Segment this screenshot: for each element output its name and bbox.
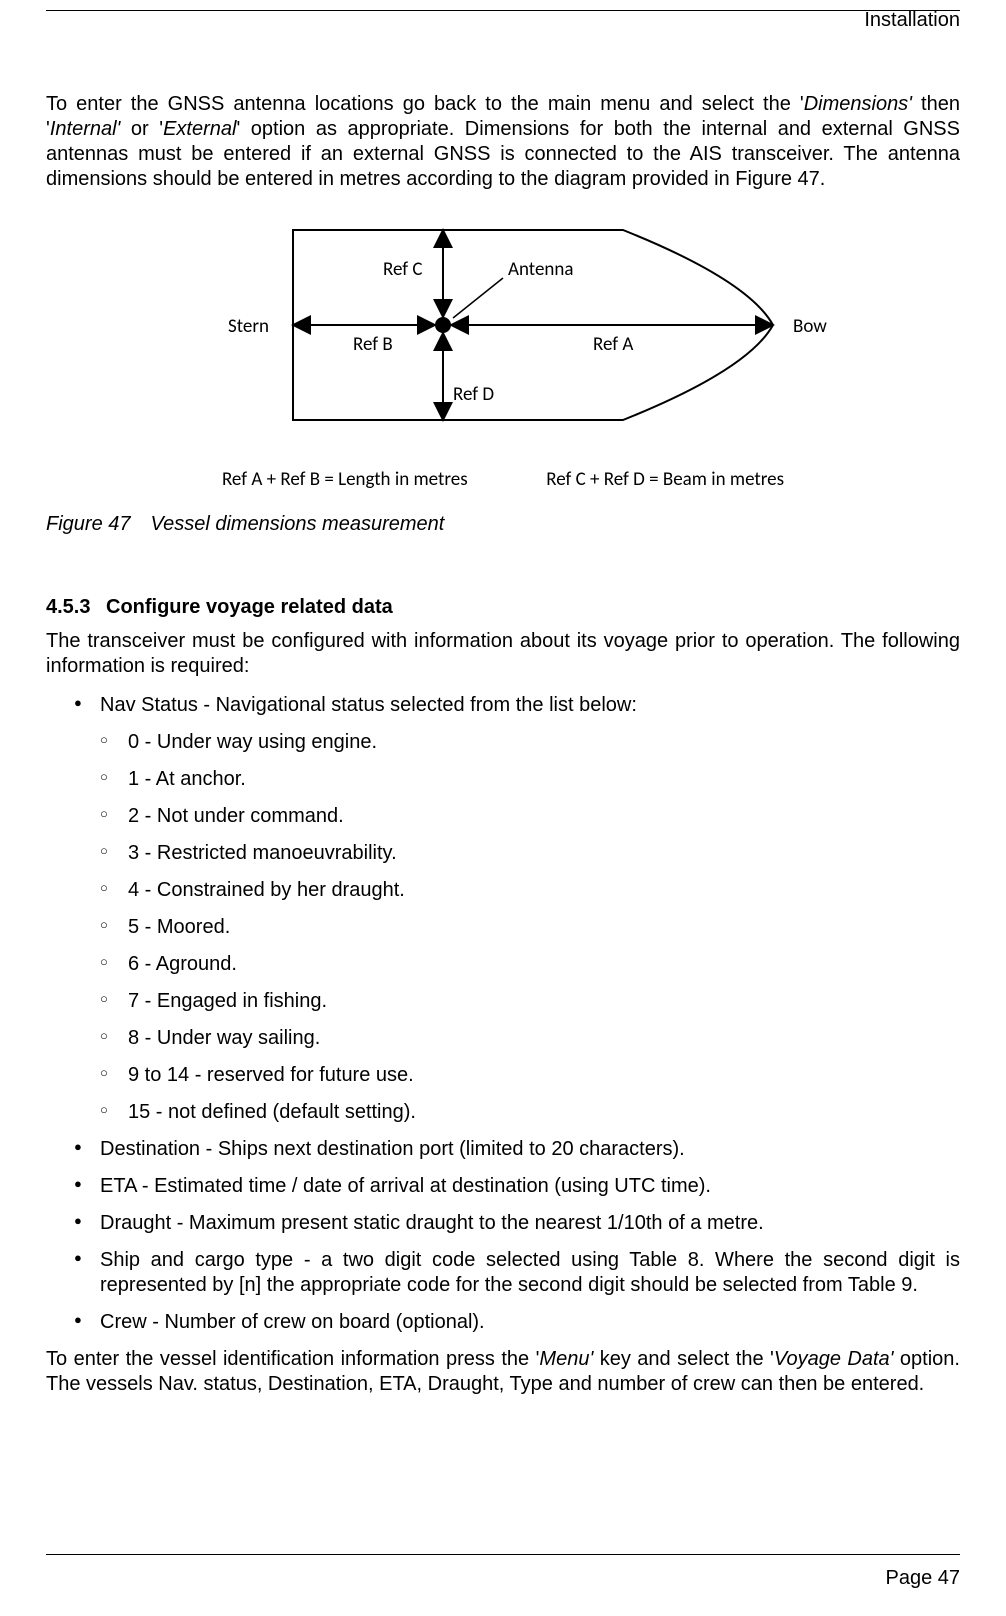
label-antenna: Antenna [508,258,573,281]
nav-item: 6 - Aground. [100,952,960,977]
bottom-rule [46,1554,960,1555]
nav-item: 15 - not defined (default setting). [100,1100,960,1125]
bullet-nav-status: Nav Status - Navigational status selecte… [46,693,960,1125]
closing-paragraph: To enter the vessel identification infor… [46,1347,960,1397]
intro-paragraph: To enter the GNSS antenna locations go b… [46,92,960,192]
section-heading: 4.5.3Configure voyage related data [46,596,960,619]
nav-item: 9 to 14 - reserved for future use. [100,1063,960,1088]
eq-beam: Ref C + Ref D = Beam in metres [546,468,784,491]
intro-internal: Internal' [50,118,121,140]
closing-menu: Menu' [539,1348,593,1370]
intro-external: External [163,118,236,140]
nav-item: 2 - Not under command. [100,804,960,829]
nav-item: 0 - Under way using engine. [100,730,960,755]
nav-status-sublist: 0 - Under way using engine. 1 - At ancho… [100,730,960,1125]
page-footer: Page 47 [46,1554,960,1590]
label-refc: Ref C [383,258,423,281]
closing-part1: To enter the vessel identification infor… [46,1348,539,1370]
section-number: 4.5.3 [46,596,106,619]
page-number: Page 47 [46,1567,960,1590]
label-refb: Ref B [353,333,393,356]
bullet-crew: Crew - Number of crew on board (optional… [46,1310,960,1335]
bullet-ship-cargo: Ship and cargo type - a two digit code s… [46,1248,960,1298]
nav-item: 3 - Restricted manoeuvrability. [100,841,960,866]
section-title: Configure voyage related data [106,596,393,618]
label-bow: Bow [793,315,827,338]
nav-item: 8 - Under way sailing. [100,1026,960,1051]
figure-47: Stern Bow Antenna Ref C Ref B Ref A Ref … [46,220,960,491]
label-refa: Ref A [593,333,633,356]
label-refd: Ref D [453,383,494,406]
closing-part2: key and select the ' [593,1348,774,1370]
closing-voyage: Voyage Data' [774,1348,894,1370]
intro-part1: To enter the GNSS antenna locations go b… [46,93,804,115]
nav-item: 7 - Engaged in fishing. [100,989,960,1014]
bullet-nav-status-text: Nav Status - Navigational status selecte… [100,694,637,716]
nav-item: 1 - At anchor. [100,767,960,792]
document-page: Installation To enter the GNSS antenna l… [0,0,1006,1616]
nav-item: 5 - Moored. [100,915,960,940]
nav-item: 4 - Constrained by her draught. [100,878,960,903]
section-lead: The transceiver must be configured with … [46,629,960,679]
bullet-list: Nav Status - Navigational status selecte… [46,693,960,1335]
vessel-diagram-svg: Stern Bow Antenna Ref C Ref B Ref A Ref … [153,220,853,430]
eq-length: Ref A + Ref B = Length in metres [222,468,468,491]
bullet-destination: Destination - Ships next destination por… [46,1137,960,1162]
bullet-draught: Draught - Maximum present static draught… [46,1211,960,1236]
intro-part3: or ' [120,118,163,140]
running-head: Installation [46,9,960,32]
label-stern: Stern [228,315,269,338]
figure-equations: Ref A + Ref B = Length in metres Ref C +… [153,468,853,491]
figure-caption: Figure 47 Vessel dimensions measurement [46,513,960,536]
bullet-eta: ETA - Estimated time / date of arrival a… [46,1174,960,1199]
intro-dimensions: Dimensions' [804,93,912,115]
